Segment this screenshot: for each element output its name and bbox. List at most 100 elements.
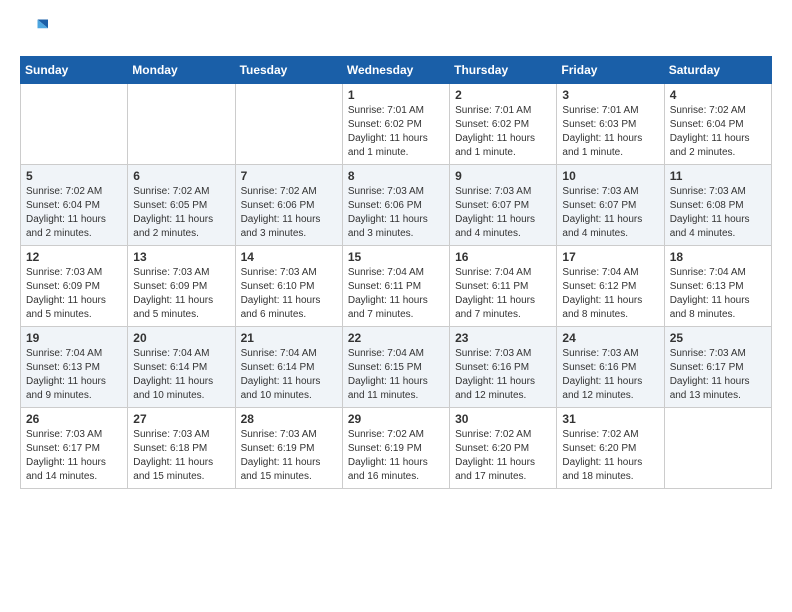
day-cell-19: 19 Sunrise: 7:04 AM Sunset: 6:13 PM Dayli… — [21, 327, 128, 408]
day-cell-31: 31Sunrise: 7:02 AM Sunset: 6:20 PM Dayli… — [557, 408, 664, 489]
days-of-week-row: SundayMondayTuesdayWednesdayThursdayFrid… — [21, 57, 772, 84]
day-info: Sunrise: 7:01 AM Sunset: 6:02 PM Dayligh… — [348, 104, 444, 160]
day-cell-9: 9 Sunrise: 7:03 AM Sunset: 6:07 PM Daylig… — [450, 165, 557, 246]
day-of-week-monday: Monday — [128, 57, 235, 84]
calendar-body: 1 Sunrise: 7:01 AM Sunset: 6:02 PM Daylig… — [21, 84, 772, 489]
day-of-week-tuesday: Tuesday — [235, 57, 342, 84]
day-of-week-thursday: Thursday — [450, 57, 557, 84]
day-cell-5: 5 Sunrise: 7:02 AM Sunset: 6:04 PM Daylig… — [21, 165, 128, 246]
day-cell-10: 10Sunrise: 7:03 AM Sunset: 6:07 PM Dayli… — [557, 165, 664, 246]
empty-cell — [21, 84, 128, 165]
day-number: 20 — [133, 331, 229, 345]
day-cell-17: 17 Sunrise: 7:04 AM Sunset: 6:12 PM Dayli… — [557, 246, 664, 327]
day-number: 25 — [670, 331, 766, 345]
empty-cell — [128, 84, 235, 165]
day-info: Sunrise: 7:02 AM Sunset: 6:04 PM Dayligh… — [26, 185, 122, 241]
day-cell-3: 3 Sunrise: 7:01 AM Sunset: 6:03 PM Daylig… — [557, 84, 664, 165]
day-info: Sunrise: 7:03 AM Sunset: 6:06 PM Dayligh… — [348, 185, 444, 241]
day-info: Sunrise: 7:04 AM Sunset: 6:11 PM Dayligh… — [348, 266, 444, 322]
day-number: 2 — [455, 88, 551, 102]
day-number: 31 — [562, 412, 658, 426]
day-cell-18: 18 Sunrise: 7:04 AM Sunset: 6:13 PM Dayli… — [664, 246, 771, 327]
day-cell-26: 26 Sunrise: 7:03 AM Sunset: 6:17 PM Dayli… — [21, 408, 128, 489]
day-number: 30 — [455, 412, 551, 426]
day-cell-8: 8 Sunrise: 7:03 AM Sunset: 6:06 PM Daylig… — [342, 165, 449, 246]
day-info: Sunrise: 7:03 AM Sunset: 6:10 PM Dayligh… — [241, 266, 337, 322]
page: SundayMondayTuesdayWednesdayThursdayFrid… — [0, 0, 792, 505]
calendar-header: SundayMondayTuesdayWednesdayThursdayFrid… — [21, 57, 772, 84]
day-info: Sunrise: 7:03 AM Sunset: 6:17 PM Dayligh… — [26, 428, 122, 484]
day-number: 24 — [562, 331, 658, 345]
day-info: Sunrise: 7:04 AM Sunset: 6:14 PM Dayligh… — [241, 347, 337, 403]
day-info: Sunrise: 7:01 AM Sunset: 6:03 PM Dayligh… — [562, 104, 658, 160]
week-row-5: 26 Sunrise: 7:03 AM Sunset: 6:17 PM Dayli… — [21, 408, 772, 489]
day-number: 9 — [455, 169, 551, 183]
day-info: Sunrise: 7:02 AM Sunset: 6:19 PM Dayligh… — [348, 428, 444, 484]
day-number: 13 — [133, 250, 229, 264]
day-info: Sunrise: 7:02 AM Sunset: 6:05 PM Dayligh… — [133, 185, 229, 241]
day-cell-25: 25 Sunrise: 7:03 AM Sunset: 6:17 PM Dayli… — [664, 327, 771, 408]
logo-icon — [20, 16, 48, 44]
week-row-3: 12 Sunrise: 7:03 AM Sunset: 6:09 PM Dayli… — [21, 246, 772, 327]
day-cell-4: 4Sunrise: 7:02 AM Sunset: 6:04 PM Daylig… — [664, 84, 771, 165]
day-info: Sunrise: 7:04 AM Sunset: 6:11 PM Dayligh… — [455, 266, 551, 322]
day-info: Sunrise: 7:04 AM Sunset: 6:12 PM Dayligh… — [562, 266, 658, 322]
day-cell-14: 14Sunrise: 7:03 AM Sunset: 6:10 PM Dayli… — [235, 246, 342, 327]
day-number: 16 — [455, 250, 551, 264]
day-info: Sunrise: 7:02 AM Sunset: 6:04 PM Dayligh… — [670, 104, 766, 160]
day-cell-1: 1 Sunrise: 7:01 AM Sunset: 6:02 PM Daylig… — [342, 84, 449, 165]
day-cell-15: 15 Sunrise: 7:04 AM Sunset: 6:11 PM Dayli… — [342, 246, 449, 327]
day-info: Sunrise: 7:03 AM Sunset: 6:09 PM Dayligh… — [133, 266, 229, 322]
day-cell-12: 12Sunrise: 7:03 AM Sunset: 6:09 PM Dayli… — [21, 246, 128, 327]
day-info: Sunrise: 7:02 AM Sunset: 6:06 PM Dayligh… — [241, 185, 337, 241]
day-number: 5 — [26, 169, 122, 183]
day-cell-20: 20Sunrise: 7:04 AM Sunset: 6:14 PM Dayli… — [128, 327, 235, 408]
empty-cell — [235, 84, 342, 165]
day-info: Sunrise: 7:03 AM Sunset: 6:19 PM Dayligh… — [241, 428, 337, 484]
day-number: 19 — [26, 331, 122, 345]
day-number: 10 — [562, 169, 658, 183]
day-cell-24: 24Sunrise: 7:03 AM Sunset: 6:16 PM Dayli… — [557, 327, 664, 408]
day-number: 27 — [133, 412, 229, 426]
header — [20, 16, 772, 44]
day-cell-13: 13 Sunrise: 7:03 AM Sunset: 6:09 PM Dayli… — [128, 246, 235, 327]
day-info: Sunrise: 7:03 AM Sunset: 6:18 PM Dayligh… — [133, 428, 229, 484]
day-number: 26 — [26, 412, 122, 426]
day-info: Sunrise: 7:03 AM Sunset: 6:17 PM Dayligh… — [670, 347, 766, 403]
day-number: 12 — [26, 250, 122, 264]
day-cell-22: 22 Sunrise: 7:04 AM Sunset: 6:15 PM Dayli… — [342, 327, 449, 408]
day-number: 18 — [670, 250, 766, 264]
day-info: Sunrise: 7:04 AM Sunset: 6:13 PM Dayligh… — [670, 266, 766, 322]
day-number: 8 — [348, 169, 444, 183]
day-number: 28 — [241, 412, 337, 426]
day-info: Sunrise: 7:03 AM Sunset: 6:07 PM Dayligh… — [455, 185, 551, 241]
day-info: Sunrise: 7:03 AM Sunset: 6:16 PM Dayligh… — [455, 347, 551, 403]
day-number: 21 — [241, 331, 337, 345]
day-info: Sunrise: 7:04 AM Sunset: 6:15 PM Dayligh… — [348, 347, 444, 403]
day-number: 1 — [348, 88, 444, 102]
day-cell-23: 23 Sunrise: 7:03 AM Sunset: 6:16 PM Dayli… — [450, 327, 557, 408]
day-number: 3 — [562, 88, 658, 102]
day-cell-21: 21 Sunrise: 7:04 AM Sunset: 6:14 PM Dayli… — [235, 327, 342, 408]
day-number: 29 — [348, 412, 444, 426]
day-cell-27: 27 Sunrise: 7:03 AM Sunset: 6:18 PM Dayli… — [128, 408, 235, 489]
day-cell-29: 29 Sunrise: 7:02 AM Sunset: 6:19 PM Dayli… — [342, 408, 449, 489]
day-of-week-friday: Friday — [557, 57, 664, 84]
week-row-1: 1 Sunrise: 7:01 AM Sunset: 6:02 PM Daylig… — [21, 84, 772, 165]
day-cell-28: 28 Sunrise: 7:03 AM Sunset: 6:19 PM Dayli… — [235, 408, 342, 489]
day-number: 17 — [562, 250, 658, 264]
day-number: 15 — [348, 250, 444, 264]
calendar-table: SundayMondayTuesdayWednesdayThursdayFrid… — [20, 56, 772, 489]
day-cell-7: 7Sunrise: 7:02 AM Sunset: 6:06 PM Daylig… — [235, 165, 342, 246]
day-of-week-wednesday: Wednesday — [342, 57, 449, 84]
day-number: 11 — [670, 169, 766, 183]
day-number: 22 — [348, 331, 444, 345]
day-number: 23 — [455, 331, 551, 345]
day-cell-6: 6Sunrise: 7:02 AM Sunset: 6:05 PM Daylig… — [128, 165, 235, 246]
day-cell-11: 11 Sunrise: 7:03 AM Sunset: 6:08 PM Dayli… — [664, 165, 771, 246]
day-info: Sunrise: 7:03 AM Sunset: 6:08 PM Dayligh… — [670, 185, 766, 241]
day-cell-30: 30Sunrise: 7:02 AM Sunset: 6:20 PM Dayli… — [450, 408, 557, 489]
day-info: Sunrise: 7:01 AM Sunset: 6:02 PM Dayligh… — [455, 104, 551, 160]
day-info: Sunrise: 7:04 AM Sunset: 6:13 PM Dayligh… — [26, 347, 122, 403]
empty-cell — [664, 408, 771, 489]
